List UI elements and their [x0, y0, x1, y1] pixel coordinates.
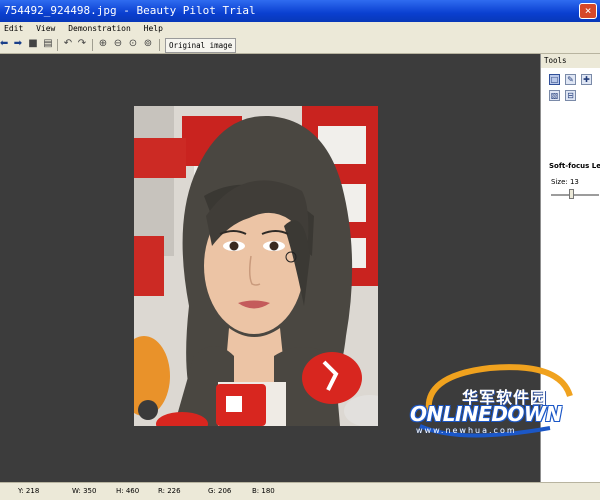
zoom-in-icon[interactable]: ⊕	[97, 38, 109, 50]
status-red: R: 226	[158, 487, 181, 495]
window-title: 754492_924498.jpg - Beauty Pilot Trial	[4, 4, 256, 17]
menu-bar: Edit View Demonstration Help	[0, 22, 600, 36]
brush-size-label: Size: 13	[551, 178, 579, 186]
print-icon[interactable]: ▤	[42, 38, 54, 50]
status-green: G: 206	[208, 487, 232, 495]
original-image-button[interactable]: Original image	[165, 38, 237, 53]
menu-item-view[interactable]: View	[32, 22, 59, 36]
status-y: Y: 218	[18, 487, 40, 495]
close-button[interactable]: ×	[579, 3, 597, 19]
select-tool-icon[interactable]: □	[549, 74, 560, 85]
status-height: H: 460	[116, 487, 140, 495]
save-icon[interactable]: ■	[27, 38, 39, 50]
window-titlebar[interactable]: 754492_924498.jpg - Beauty Pilot Trial ×	[0, 0, 600, 22]
menu-item-edit[interactable]: Edit	[0, 22, 27, 36]
menu-item-demonstration[interactable]: Demonstration	[64, 22, 135, 36]
zoom-fit-icon[interactable]: ⊙	[127, 38, 139, 50]
move-tool-icon[interactable]: ✚	[581, 74, 592, 85]
toolbar: ➡ ➡ ■ ▤ ↶ ↷ ⊕ ⊖ ⊙ ⊚ Original image	[0, 36, 600, 54]
brush-tool-icon[interactable]: ✎	[565, 74, 576, 85]
zoom-actual-icon[interactable]: ⊚	[142, 38, 154, 50]
undo-icon[interactable]: ↶	[62, 38, 74, 50]
brush-size-slider-thumb[interactable]	[569, 189, 574, 199]
status-width: W: 350	[72, 487, 97, 495]
watermark-logo-text: ONLINEDOWN	[410, 402, 562, 426]
status-bar: Y: 218 W: 350 H: 460 R: 226 G: 206 B: 18…	[0, 482, 600, 500]
soft-focus-section-title: Soft-focus Le	[549, 162, 600, 170]
toolbar-separator	[159, 39, 160, 51]
menu-item-help[interactable]: Help	[140, 22, 167, 36]
redo-icon[interactable]: ↷	[76, 38, 88, 50]
watermark-url: www.newhua.com	[416, 426, 517, 435]
zoom-out-icon[interactable]: ⊖	[112, 38, 124, 50]
tools-panel-header: Tools	[541, 54, 600, 68]
crop-tool-icon[interactable]: ▧	[549, 90, 560, 101]
back-arrow-icon[interactable]: ➡	[0, 38, 10, 50]
toolbar-separator	[92, 39, 93, 51]
portrait-photo[interactable]	[134, 106, 378, 426]
grid-tool-icon[interactable]: ⊟	[565, 90, 576, 101]
brush-size-slider-track[interactable]	[551, 194, 599, 196]
toolbar-separator	[57, 39, 58, 51]
portrait-illustration	[134, 106, 378, 426]
forward-arrow-icon[interactable]: ➡	[12, 38, 24, 50]
status-blue: B: 180	[252, 487, 275, 495]
close-icon: ×	[584, 4, 592, 17]
